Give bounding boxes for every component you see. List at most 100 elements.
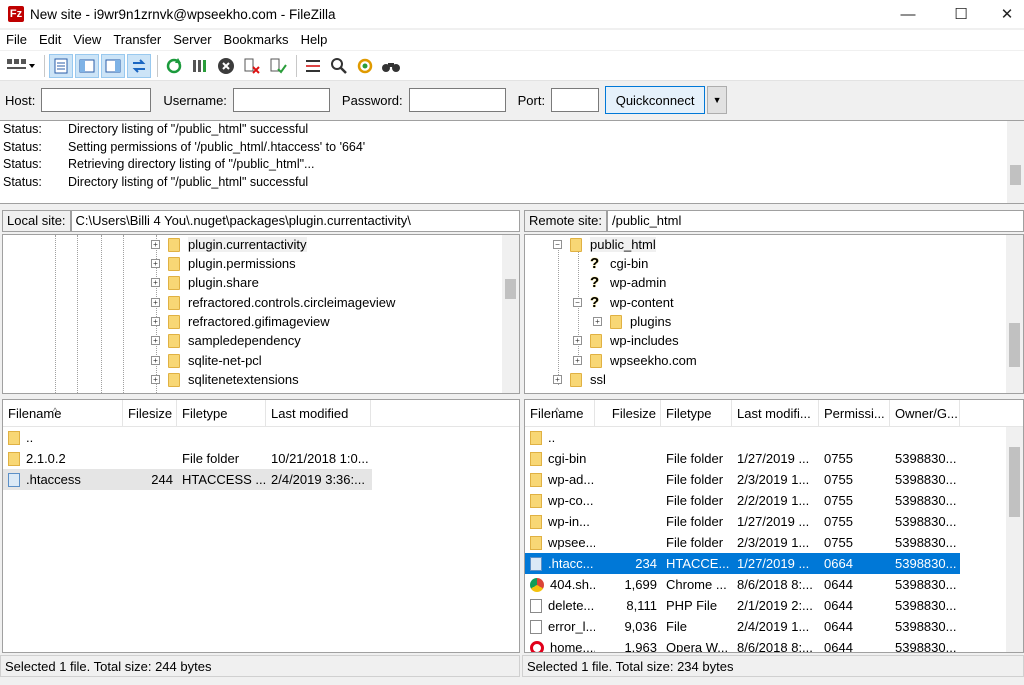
menu-file[interactable]: File	[0, 30, 33, 50]
site-manager-icon[interactable]	[4, 54, 38, 78]
filter-icon[interactable]	[301, 54, 325, 78]
file-row[interactable]: 404.sh... 1,699 Chrome ... 8/6/2018 8:..…	[525, 574, 960, 595]
expand-icon[interactable]: +	[151, 298, 160, 307]
local-file-list[interactable]: ^ Filename Filesize Filetype Last modifie…	[2, 399, 520, 653]
search-remote-icon[interactable]	[327, 54, 351, 78]
tree-item[interactable]: + wpseekho.com	[573, 351, 697, 370]
tree-item[interactable]: − public_html	[553, 235, 656, 254]
tree-item[interactable]: + plugin.permissions	[151, 254, 296, 273]
file-row[interactable]: wp-ad... File folder 2/3/2019 1... 0755 …	[525, 469, 960, 490]
column-filename[interactable]: ^ Filename	[525, 400, 595, 426]
expand-icon[interactable]: +	[573, 356, 582, 365]
log-scroll-thumb[interactable]	[1010, 165, 1021, 185]
column-last-modified[interactable]: Last modifi...	[732, 400, 819, 426]
column-filetype[interactable]: Filetype	[661, 400, 732, 426]
menu-help[interactable]: Help	[295, 30, 334, 50]
remote-file-list-scrollbar[interactable]	[1006, 427, 1023, 652]
file-row[interactable]: home.... 1,963 Opera W... 8/6/2018 8:...…	[525, 637, 960, 652]
password-input[interactable]	[408, 88, 506, 112]
process-queue-icon[interactable]	[188, 54, 212, 78]
local-site-path-input[interactable]: C:\Users\Billi 4 You\.nuget\packages\plu…	[70, 210, 520, 232]
remote-tree-scrollbar[interactable]	[1006, 235, 1023, 393]
find-icon[interactable]	[379, 54, 403, 78]
tree-item[interactable]: ? cgi-bin	[590, 254, 648, 273]
transfer-queue-icon[interactable]	[127, 53, 151, 78]
tree-item[interactable]: + plugins	[593, 312, 671, 331]
file-row[interactable]: ..	[3, 427, 372, 448]
tree-item[interactable]: + refractored.controls.circleimageview	[151, 293, 395, 312]
file-row[interactable]: wp-co... File folder 2/2/2019 1... 0755 …	[525, 490, 960, 511]
column-permissions[interactable]: Permissi...	[819, 400, 890, 426]
port-input[interactable]	[551, 88, 600, 112]
column-last-modified[interactable]: Last modified	[266, 400, 371, 426]
scroll-thumb[interactable]	[1009, 447, 1020, 517]
tree-item[interactable]: + sqlite-net-pcl	[151, 351, 262, 370]
column-filetype[interactable]: Filetype	[177, 400, 266, 426]
collapse-icon[interactable]: −	[553, 240, 562, 249]
file-row[interactable]: ..	[525, 427, 960, 448]
file-row[interactable]: delete... 8,111 PHP File 2/1/2019 2:... …	[525, 595, 960, 616]
tree-item[interactable]: + refractored.gifimageview	[151, 312, 330, 331]
refresh-icon[interactable]	[162, 54, 186, 78]
scroll-thumb[interactable]	[505, 279, 516, 299]
menu-bookmarks[interactable]: Bookmarks	[218, 30, 295, 50]
file-row[interactable]: error_l... 9,036 File 2/4/2019 1... 0644…	[525, 616, 960, 637]
message-log[interactable]: Status: Directory listing of "/public_htm…	[0, 120, 1024, 204]
tree-item-label: sqlitenetextensions	[188, 372, 299, 387]
expand-icon[interactable]: +	[151, 317, 160, 326]
scroll-thumb[interactable]	[1009, 323, 1020, 367]
local-directory-tree[interactable]: + plugin.currentactivity + plugin.permissi…	[2, 234, 520, 394]
tree-item[interactable]: ? wp-admin	[590, 273, 666, 292]
collapse-icon[interactable]: −	[573, 298, 582, 307]
minimize-button[interactable]: —	[885, 0, 931, 28]
menu-edit[interactable]: Edit	[33, 30, 67, 50]
username-input[interactable]	[232, 88, 330, 112]
expand-icon[interactable]: +	[553, 375, 562, 384]
expand-icon[interactable]: +	[151, 278, 160, 287]
menu-transfer[interactable]: Transfer	[107, 30, 167, 50]
quickconnect-button[interactable]: Quickconnect	[605, 86, 706, 114]
close-button[interactable]: ✕	[990, 0, 1024, 28]
tree-item[interactable]: −? wp-content	[573, 293, 674, 312]
expand-icon[interactable]: +	[151, 259, 160, 268]
remote-tree-icon[interactable]	[101, 53, 125, 78]
message-log-icon[interactable]	[49, 53, 73, 78]
local-tree-scrollbar[interactable]	[502, 235, 519, 393]
tree-item[interactable]: + plugin.currentactivity	[151, 235, 307, 254]
expand-icon[interactable]: +	[573, 336, 582, 345]
expand-icon[interactable]: +	[151, 356, 160, 365]
maximize-button[interactable]: ☐	[938, 0, 984, 28]
file-row-selected[interactable]: .htacc... 234 HTACCE... 1/27/2019 ... 06…	[525, 553, 960, 574]
file-row[interactable]: wp-in... File folder 1/27/2019 ... 0755 …	[525, 511, 960, 532]
tree-item[interactable]: + sampledependency	[151, 331, 301, 350]
file-row[interactable]: 2.1.0.2 File folder 10/21/2018 1:0...	[3, 448, 372, 469]
menu-server[interactable]: Server	[167, 30, 217, 50]
column-filename[interactable]: ^ Filename	[3, 400, 123, 426]
tree-item[interactable]: + sqlitenetextensions	[151, 370, 299, 389]
expand-icon[interactable]: +	[593, 317, 602, 326]
expand-icon[interactable]: +	[151, 240, 160, 249]
quickconnect-dropdown-icon[interactable]: ▼	[707, 86, 728, 114]
remote-directory-tree[interactable]: − public_html ? cgi-bin ? wp-admin −? wp-con…	[524, 234, 1024, 394]
sync-browse-icon[interactable]	[353, 54, 377, 78]
file-row[interactable]: cgi-bin File folder 1/27/2019 ... 0755 5…	[525, 448, 960, 469]
cancel-icon[interactable]	[214, 54, 238, 78]
column-owner-group[interactable]: Owner/G...	[890, 400, 960, 426]
expand-icon[interactable]: +	[151, 336, 160, 345]
host-input[interactable]	[41, 88, 152, 112]
menu-view[interactable]: View	[67, 30, 107, 50]
column-filesize[interactable]: Filesize	[123, 400, 177, 426]
tree-item[interactable]: + wp-includes	[573, 331, 679, 350]
reconnect-icon[interactable]	[266, 54, 290, 78]
tree-item[interactable]: + plugin.share	[151, 273, 259, 292]
disconnect-icon[interactable]	[240, 54, 264, 78]
expand-icon[interactable]: +	[151, 375, 160, 384]
tree-item[interactable]: + ssl	[553, 370, 606, 389]
file-row[interactable]: wpsee... File folder 2/3/2019 1... 0755 …	[525, 532, 960, 553]
log-scrollbar[interactable]	[1007, 121, 1024, 203]
remote-file-list[interactable]: ^ Filename Filesize Filetype Last modifi.…	[524, 399, 1024, 653]
file-row[interactable]: .htaccess 244 HTACCESS ... 2/4/2019 3:36…	[3, 469, 372, 490]
local-tree-icon[interactable]	[75, 53, 99, 78]
column-filesize[interactable]: Filesize	[595, 400, 661, 426]
remote-site-path-input[interactable]: /public_html	[606, 210, 1024, 232]
